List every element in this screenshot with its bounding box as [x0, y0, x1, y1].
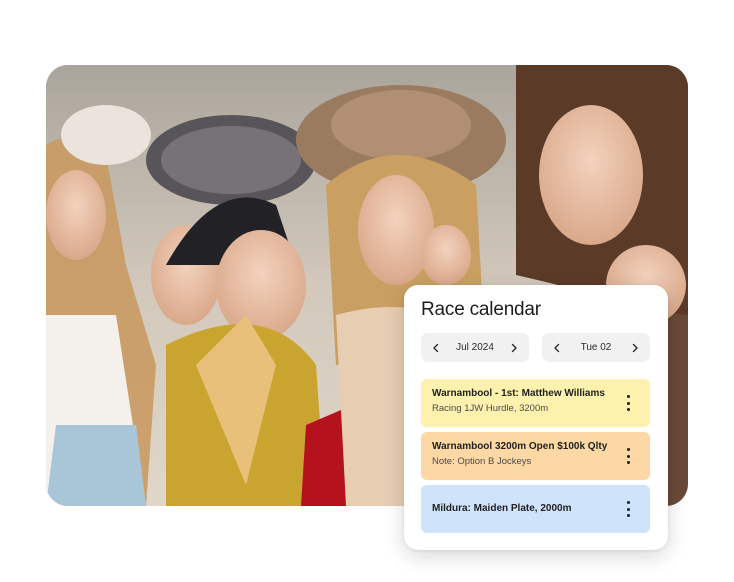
chevron-right-icon[interactable] [628, 341, 642, 355]
event-subtitle: Note: Option B Jockeys [432, 456, 532, 467]
month-stepper: Jul 2024 [421, 333, 529, 362]
event-item[interactable]: Warnambool - 1st: Matthew Williams Racin… [421, 379, 650, 427]
day-stepper: Tue 02 [542, 333, 650, 362]
more-vertical-icon[interactable] [622, 395, 634, 411]
more-vertical-icon[interactable] [622, 501, 634, 517]
more-vertical-icon[interactable] [622, 448, 634, 464]
race-calendar-card: Race calendar Jul 2024 Tue 02 Warnambool… [404, 285, 668, 550]
event-item[interactable]: Mildura: Maiden Plate, 2000m [421, 485, 650, 533]
event-subtitle: Racing 1JW Hurdle, 3200m [432, 403, 549, 414]
card-title: Race calendar [421, 299, 541, 320]
day-value: Tue 02 [580, 342, 612, 353]
event-title: Warnambool - 1st: Matthew Williams [432, 388, 605, 399]
month-value: Jul 2024 [456, 342, 494, 353]
chevron-left-icon[interactable] [429, 341, 443, 355]
chevron-left-icon[interactable] [550, 341, 564, 355]
event-title: Warnambool 3200m Open $100k Qlty [432, 441, 608, 452]
event-item[interactable]: Warnambool 3200m Open $100k Qlty Note: O… [421, 432, 650, 480]
chevron-right-icon[interactable] [507, 341, 521, 355]
event-title: Mildura: Maiden Plate, 2000m [432, 503, 572, 514]
